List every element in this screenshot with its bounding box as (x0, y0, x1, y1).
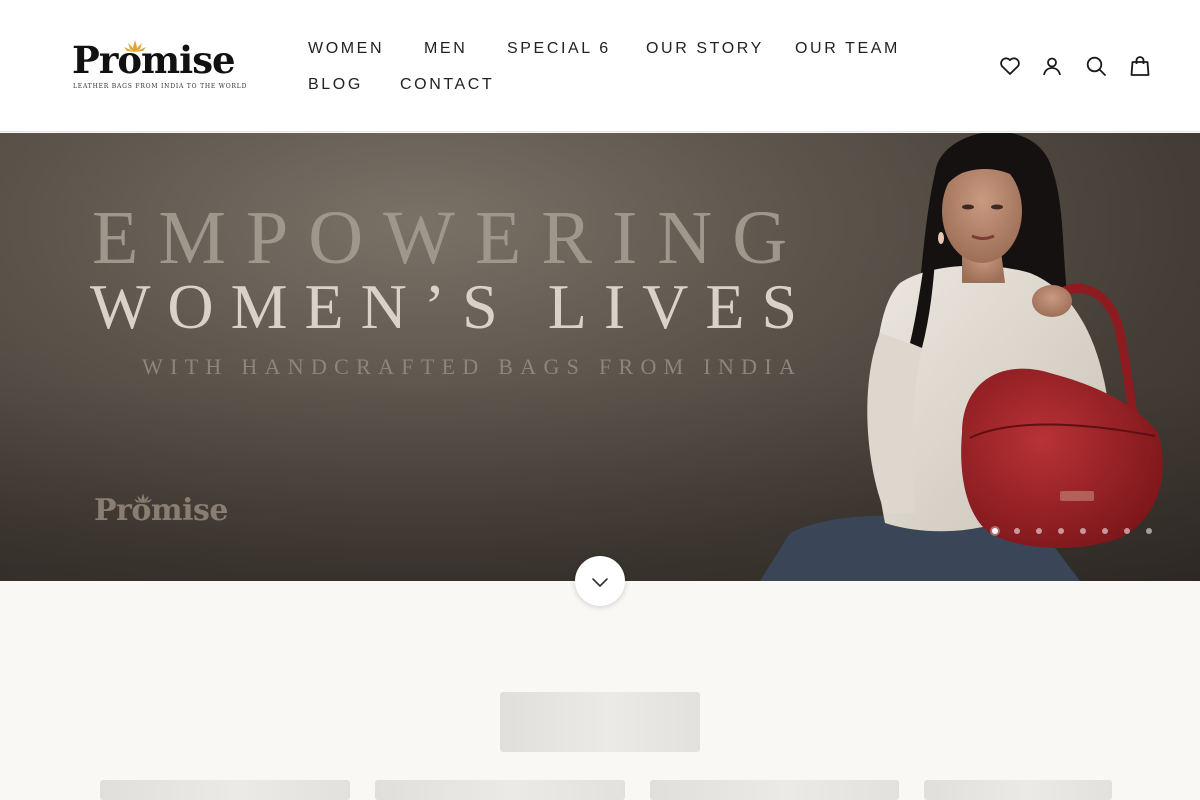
nav-contact[interactable]: CONTACT (400, 75, 494, 95)
nav-special-6[interactable]: SPECIAL 6 (507, 39, 611, 59)
site-header: Promise LEATHER BAGS FROM INDIA TO THE W… (0, 0, 1200, 132)
carousel-dot-1[interactable] (992, 528, 998, 534)
product-card-placeholder (924, 780, 1112, 800)
hero-watermark-wordmark: Promise (94, 493, 229, 528)
carousel-dot-7[interactable] (1124, 528, 1130, 534)
brand-logo-wordmark: Promise (72, 38, 236, 82)
carousel-dot-6[interactable] (1102, 528, 1108, 534)
account-icon[interactable] (1040, 54, 1064, 78)
bag-icon[interactable] (1128, 54, 1152, 78)
chevron-down-icon (592, 578, 608, 587)
product-card-placeholder (100, 780, 350, 800)
scroll-down-button[interactable] (575, 556, 625, 606)
carousel-dot-2[interactable] (1014, 528, 1020, 534)
product-card-placeholder (650, 780, 899, 800)
hero-watermark-logo: Promise (94, 491, 254, 531)
hero-model-photo (760, 133, 1163, 581)
nav-women[interactable]: WOMEN (308, 39, 384, 59)
carousel-dot-3[interactable] (1036, 528, 1042, 534)
lotus-icon (124, 40, 146, 52)
heart-icon[interactable] (998, 54, 1022, 78)
nav-blog[interactable]: BLOG (308, 75, 363, 95)
carousel-dot-5[interactable] (1080, 528, 1086, 534)
lotus-icon (134, 493, 152, 503)
section-title-placeholder (500, 692, 700, 752)
carousel-dot-4[interactable] (1058, 528, 1064, 534)
brand-tagline: LEATHER BAGS FROM INDIA TO THE WORLD (73, 83, 248, 90)
search-icon[interactable] (1084, 54, 1108, 78)
nav-men[interactable]: MEN (424, 39, 467, 59)
hero-banner[interactable]: EMPOWERING WOMEN’S LIVES WITH HANDCRAFTE… (0, 133, 1200, 581)
carousel-dot-8[interactable] (1146, 528, 1152, 534)
brand-logo[interactable]: Promise LEATHER BAGS FROM INDIA TO THE W… (72, 38, 252, 94)
carousel-dots (990, 525, 1160, 537)
nav-our-story[interactable]: OUR STORY (646, 39, 764, 59)
nav-our-team[interactable]: OUR TEAM (795, 39, 900, 59)
product-card-placeholder (375, 780, 625, 800)
